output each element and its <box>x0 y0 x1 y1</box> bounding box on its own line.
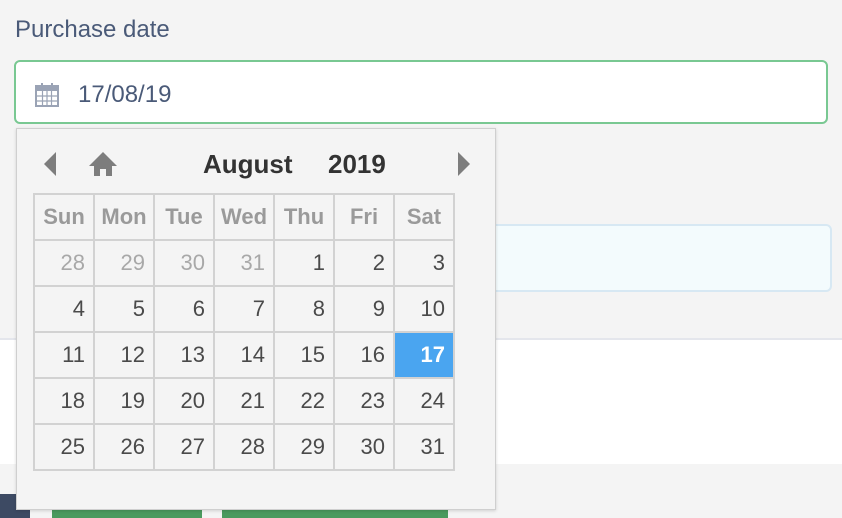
secondary-input[interactable] <box>480 224 832 292</box>
home-icon[interactable] <box>87 149 119 179</box>
day-cell[interactable]: 26 <box>93 423 155 471</box>
calendar-week-row: 25 26 27 28 29 30 31 <box>33 423 455 471</box>
day-cell[interactable]: 29 <box>93 239 155 287</box>
left-arrow-icon[interactable] <box>41 149 61 179</box>
day-cell[interactable]: 28 <box>213 423 275 471</box>
calendar-icon <box>34 82 60 108</box>
day-cell[interactable]: 10 <box>393 285 455 333</box>
day-cell[interactable]: 7 <box>213 285 275 333</box>
calendar-grid: Sun Mon Tue Wed Thu Fri Sat 28 29 30 31 … <box>33 193 455 471</box>
day-cell[interactable]: 11 <box>33 331 95 379</box>
day-cell[interactable]: 22 <box>273 377 335 425</box>
day-cell[interactable]: 30 <box>153 239 215 287</box>
date-value[interactable]: 17/08/19 <box>78 81 171 109</box>
calendar-week-row: 18 19 20 21 22 23 24 <box>33 377 455 425</box>
weekday-header: Mon <box>93 193 155 241</box>
weekday-header: Sat <box>393 193 455 241</box>
day-cell[interactable]: 5 <box>93 285 155 333</box>
day-cell[interactable]: 3 <box>393 239 455 287</box>
day-cell[interactable]: 4 <box>33 285 95 333</box>
day-cell[interactable]: 28 <box>33 239 95 287</box>
day-cell[interactable]: 13 <box>153 331 215 379</box>
purchase-date-input[interactable]: 17/08/19 <box>14 60 828 124</box>
day-cell[interactable]: 29 <box>273 423 335 471</box>
day-cell[interactable]: 19 <box>93 377 155 425</box>
day-cell[interactable]: 9 <box>333 285 395 333</box>
day-cell[interactable]: 1 <box>273 239 335 287</box>
day-cell[interactable]: 27 <box>153 423 215 471</box>
day-cell[interactable]: 8 <box>273 285 335 333</box>
weekday-header: Tue <box>153 193 215 241</box>
day-cell[interactable]: 21 <box>213 377 275 425</box>
weekday-header-row: Sun Mon Tue Wed Thu Fri Sat <box>33 193 455 241</box>
day-cell[interactable]: 15 <box>273 331 335 379</box>
day-cell[interactable]: 31 <box>393 423 455 471</box>
month-label[interactable]: August <box>203 149 293 180</box>
calendar-week-row: 4 5 6 7 8 9 10 <box>33 285 455 333</box>
day-cell[interactable]: 23 <box>333 377 395 425</box>
day-cell[interactable]: 14 <box>213 331 275 379</box>
green-button-1[interactable] <box>52 510 202 518</box>
year-label[interactable]: 2019 <box>328 149 386 180</box>
selected-day-cell[interactable]: 17 <box>393 331 455 379</box>
day-cell[interactable]: 30 <box>333 423 395 471</box>
day-cell[interactable]: 31 <box>213 239 275 287</box>
calendar-week-row: 28 29 30 31 1 2 3 <box>33 239 455 287</box>
day-cell[interactable]: 24 <box>393 377 455 425</box>
weekday-header: Fri <box>333 193 395 241</box>
day-cell[interactable]: 2 <box>333 239 395 287</box>
day-cell[interactable]: 20 <box>153 377 215 425</box>
purchase-date-label: Purchase date <box>15 16 170 43</box>
weekday-header: Sun <box>33 193 95 241</box>
green-button-2[interactable] <box>222 510 448 518</box>
right-arrow-icon[interactable] <box>453 149 473 179</box>
day-cell[interactable]: 12 <box>93 331 155 379</box>
weekday-header: Wed <box>213 193 275 241</box>
calendar-week-row: 11 12 13 14 15 16 17 <box>33 331 455 379</box>
date-picker-popup: August 2019 Sun Mon Tue Wed Thu Fri Sat … <box>16 128 496 510</box>
day-cell[interactable]: 16 <box>333 331 395 379</box>
day-cell[interactable]: 18 <box>33 377 95 425</box>
day-cell[interactable]: 25 <box>33 423 95 471</box>
weekday-header: Thu <box>273 193 335 241</box>
day-cell[interactable]: 6 <box>153 285 215 333</box>
